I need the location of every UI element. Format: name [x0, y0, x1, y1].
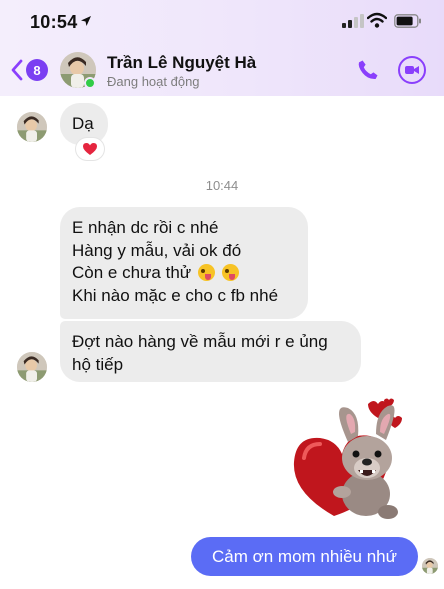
contact-name[interactable]: Trần Lê Nguyệt Hà — [107, 53, 256, 73]
message-text: Dạ — [72, 114, 94, 133]
tongue-wink-emoji-icon — [197, 264, 215, 281]
top-bar: 10:54 8 Trần Lê Nguyệt Hà Đang hoạt động — [0, 0, 444, 96]
dog-with-heart-sticker[interactable] — [290, 396, 418, 524]
message-text: Cảm ơn mom nhiều nhứ — [211, 547, 398, 566]
incoming-message-bubble[interactable]: E nhận dc rồi c nhé Hàng y mẫu, vải ok đ… — [60, 207, 308, 319]
outgoing-message-bubble[interactable]: Cảm ơn mom nhiều nhứ — [191, 537, 418, 576]
sender-avatar[interactable] — [17, 352, 47, 382]
message-timestamp: 10:44 — [205, 178, 239, 193]
video-call-button[interactable] — [398, 56, 426, 84]
unread-count-badge: 8 — [26, 59, 48, 81]
heart-icon — [83, 143, 97, 155]
message-line: Hàng y mẫu, vải ok đó — [72, 240, 242, 260]
message-line-with-emoji: Còn e chưa thử — [72, 262, 296, 285]
location-arrow-icon — [81, 16, 91, 26]
message-line: Đợt nào hàng về mẫu mới r e ủng — [72, 332, 328, 351]
status-time: 10:54 — [30, 12, 78, 32]
chevron-left-icon — [11, 59, 23, 81]
seen-receipt-avatar — [422, 558, 438, 574]
incoming-message-bubble[interactable]: Đợt nào hàng về mẫu mới r e ủng hộ tiếp — [60, 321, 361, 382]
message-line: hộ tiếp — [72, 354, 124, 374]
avatar-photo — [17, 112, 47, 142]
message-line: E nhận dc rồi c nhé — [72, 218, 219, 237]
sender-avatar[interactable] — [17, 112, 47, 142]
back-button[interactable]: 8 — [10, 56, 50, 84]
battery-icon — [394, 14, 421, 28]
cellular-signal-icon — [342, 14, 364, 28]
avatar-photo — [422, 558, 438, 574]
message-reaction[interactable] — [76, 138, 104, 160]
phone-call-button[interactable] — [356, 58, 380, 82]
contact-active-status: Đang hoạt động — [107, 74, 200, 89]
tongue-wink-emoji-icon — [221, 264, 239, 281]
message-line-text: Còn e chưa thử — [72, 263, 192, 282]
avatar-photo — [17, 352, 47, 382]
wifi-icon — [367, 12, 387, 28]
video-camera-icon — [405, 66, 419, 74]
online-status-dot — [84, 77, 96, 89]
message-line: Khi nào mặc e cho c fb nhé — [72, 285, 279, 305]
